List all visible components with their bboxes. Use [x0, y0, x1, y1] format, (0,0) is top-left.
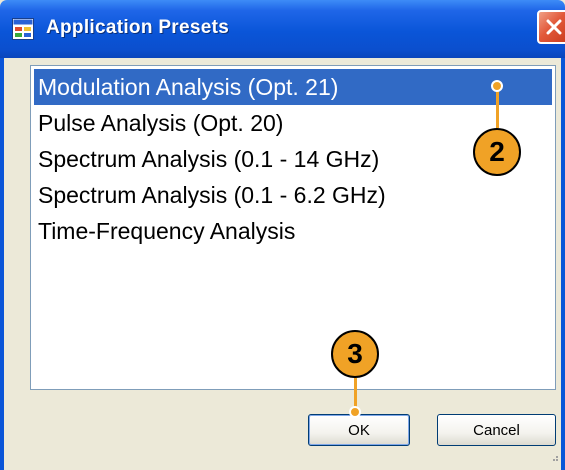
- callout-3-leader-dot: [349, 406, 361, 418]
- application-window-icon: [12, 18, 34, 40]
- title-bar[interactable]: Application Presets: [0, 0, 565, 58]
- preset-item-pulse-analysis[interactable]: Pulse Analysis (Opt. 20): [34, 105, 552, 141]
- callout-3: 3: [331, 330, 379, 378]
- callout-2-leader-dot: [491, 80, 503, 92]
- close-icon: [546, 19, 562, 35]
- preset-item-time-frequency-analysis[interactable]: Time-Frequency Analysis: [34, 213, 552, 249]
- callout-2: 2: [473, 128, 521, 176]
- window-title: Application Presets: [46, 17, 230, 38]
- window-frame-left: [0, 58, 4, 470]
- preset-item-modulation-analysis[interactable]: Modulation Analysis (Opt. 21): [34, 69, 552, 105]
- ok-button[interactable]: OK: [308, 414, 410, 446]
- presets-listbox[interactable]: Modulation Analysis (Opt. 21) Pulse Anal…: [30, 65, 556, 390]
- preset-item-spectrum-analysis-6ghz[interactable]: Spectrum Analysis (0.1 - 6.2 GHz): [34, 177, 552, 213]
- resize-grip-icon[interactable]: [549, 452, 559, 462]
- callout-2-leader-line: [496, 86, 499, 128]
- window-frame-right: [561, 58, 565, 470]
- close-button[interactable]: [537, 10, 565, 44]
- cancel-button[interactable]: Cancel: [437, 414, 556, 446]
- application-presets-dialog: Application Presets Modulation Analysis …: [0, 0, 565, 470]
